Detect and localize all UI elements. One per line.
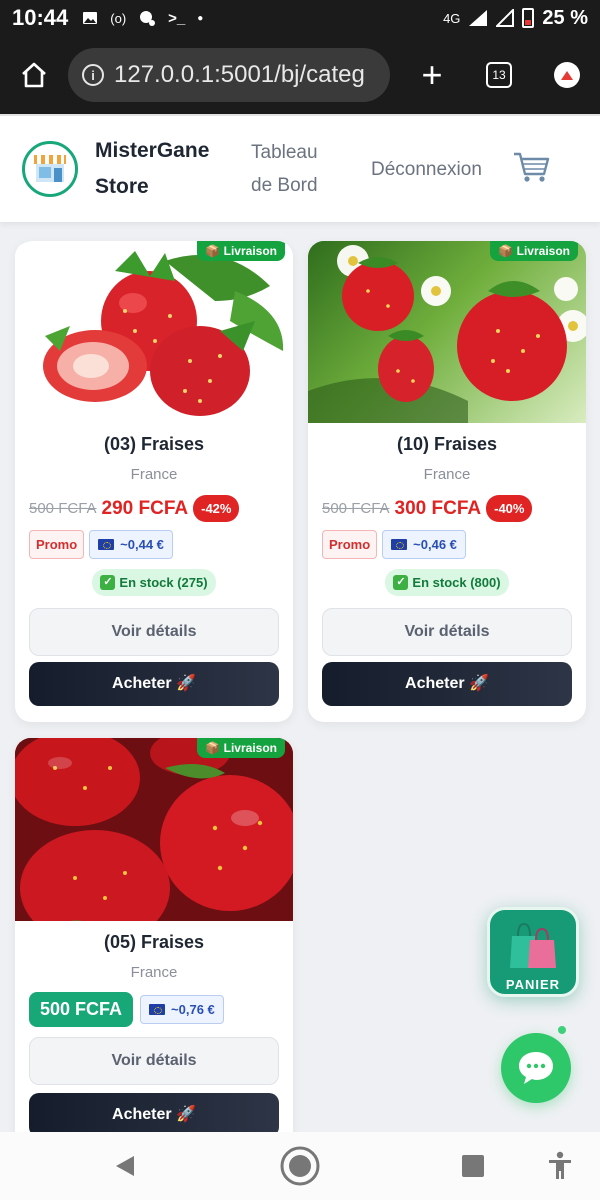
product-origin: France [423,466,471,483]
logout-link[interactable]: Déconnexion [371,153,482,186]
image-notification-icon [83,12,98,24]
product-title[interactable]: (10) Fraises [308,434,586,455]
view-details-button[interactable]: Voir détails [29,608,279,656]
browser-toolbar: i 127.0.0.1:5001/bj/categ + 13 [0,36,600,114]
update-icon[interactable] [554,62,580,88]
buy-button[interactable]: Acheter 🚀 [29,662,279,706]
check-icon: ✓ [393,575,409,590]
product-image[interactable]: 📦 Livraison [15,241,293,423]
system-navigation-bar [0,1132,600,1200]
brand-line-2: Store [95,175,149,198]
discount-badge: -40% [486,495,533,522]
nav-dashboard-line-2: de Bord [251,175,318,196]
delivery-badge-label: Livraison [516,244,570,258]
eu-flag-icon [391,539,408,550]
sale-price: 300 FCFA [394,497,482,519]
nav-dashboard-line-1: Tableau [251,142,318,163]
notification-icons: (o) >_ ● [82,9,203,27]
view-details-button[interactable]: Voir détails [322,608,572,656]
product-image[interactable]: 📦 Livraison [15,738,293,921]
more-notifications-dot: ● [197,12,204,24]
euro-price: ~0,44 € [120,537,164,552]
delivery-badge: 📦 Livraison [490,241,578,261]
tags-row: Promo ~0,46 € [308,530,586,559]
nav-dashboard-link[interactable]: Tableau de Bord [251,136,341,202]
brand-line-1: MisterGane [95,139,210,162]
assistant-icon [140,11,156,26]
site-header: MisterGane Store Tableau de Bord Déconne… [0,114,600,222]
product-card: 📦 Livraison (03) Fraises France 500 FCFA… [15,241,293,722]
old-price: 500 FCFA [29,500,97,517]
cart-floating-button[interactable]: PANIER [487,907,579,997]
sale-price: 290 FCFA [101,497,189,519]
home-icon [22,62,46,88]
product-origin: France [130,964,178,981]
accessibility-icon[interactable] [547,1151,573,1181]
cast-icon: (o) [110,10,127,26]
euro-price: ~0,76 € [171,1002,215,1017]
signal-icon [469,10,488,26]
online-indicator [558,1026,566,1034]
euro-price-tag: ~0,44 € [89,530,173,559]
euro-price-tag: ~0,46 € [382,530,466,559]
stock-badge: ✓ En stock (800) [385,569,509,596]
url-text[interactable]: 127.0.0.1:5001/bj/categ [114,61,365,89]
product-origin: France [130,466,178,483]
product-title[interactable]: (05) Fraises [15,932,293,953]
shopping-bags-icon [510,922,556,968]
delivery-badge-label: Livraison [223,244,277,258]
product-title[interactable]: (03) Fraises [15,434,293,455]
home-button[interactable] [14,55,54,95]
view-details-button[interactable]: Voir détails [29,1037,279,1085]
delivery-badge-label: Livraison [223,741,277,755]
old-price: 500 FCFA [322,500,390,517]
stock-text: En stock (275) [119,575,208,590]
check-icon: ✓ [100,575,116,590]
tags-row: Promo ~0,44 € [15,530,293,559]
price-badge: 500 FCFA [29,992,134,1027]
new-tab-button[interactable]: + [412,54,452,96]
delivery-badge: 📦 Livraison [197,738,285,758]
back-icon[interactable] [112,1153,138,1179]
shop-icon [34,155,66,182]
promo-tag: Promo [29,530,85,559]
delivery-badge: 📦 Livraison [197,241,285,261]
terminal-icon: >_ [168,9,186,27]
stock-text: En stock (800) [412,575,501,590]
price-row: 500 FCFA ~0,76 € [15,992,293,1027]
cart-floating-label: PANIER [505,977,561,992]
battery-icon [522,8,535,28]
battery-level: 25 % [542,6,588,29]
store-logo[interactable] [22,141,78,197]
price-row: 500 FCFA 290 FCFA -42% [15,495,293,522]
euro-price: ~0,46 € [413,537,457,552]
discount-badge: -42% [193,495,240,522]
product-image[interactable]: 📦 Livraison [308,241,586,423]
status-time: 10:44 [12,5,69,30]
brand-name[interactable]: MisterGane Store [95,133,225,205]
status-bar: 10:44 (o) >_ ● 4G 25 % [0,0,600,36]
promo-tag: Promo [322,530,378,559]
recents-icon[interactable] [461,1154,485,1178]
network-type: 4G [443,10,461,26]
chat-button[interactable] [501,1033,571,1103]
product-card: 📦 Livraison (10) Fraises France 500 FCFA… [308,241,586,722]
price-row: 500 FCFA 300 FCFA -40% [308,495,586,522]
product-card: 📦 Livraison (05) Fraises France 500 FCFA… [15,738,293,1158]
signal-icon-2 [496,9,515,27]
stock-badge: ✓ En stock (275) [92,569,216,596]
address-bar[interactable]: i 127.0.0.1:5001/bj/categ [68,48,390,102]
buy-button[interactable]: Acheter 🚀 [29,1093,279,1137]
chat-icon [519,1052,553,1084]
buy-button[interactable]: Acheter 🚀 [322,662,572,706]
euro-price-tag: ~0,76 € [140,995,224,1024]
eu-flag-icon [98,539,115,550]
tab-switcher-button[interactable]: 13 [486,62,512,88]
eu-flag-icon [149,1004,166,1015]
cart-icon[interactable] [512,150,550,189]
home-nav-icon[interactable] [279,1145,321,1187]
info-icon[interactable]: i [82,64,104,86]
